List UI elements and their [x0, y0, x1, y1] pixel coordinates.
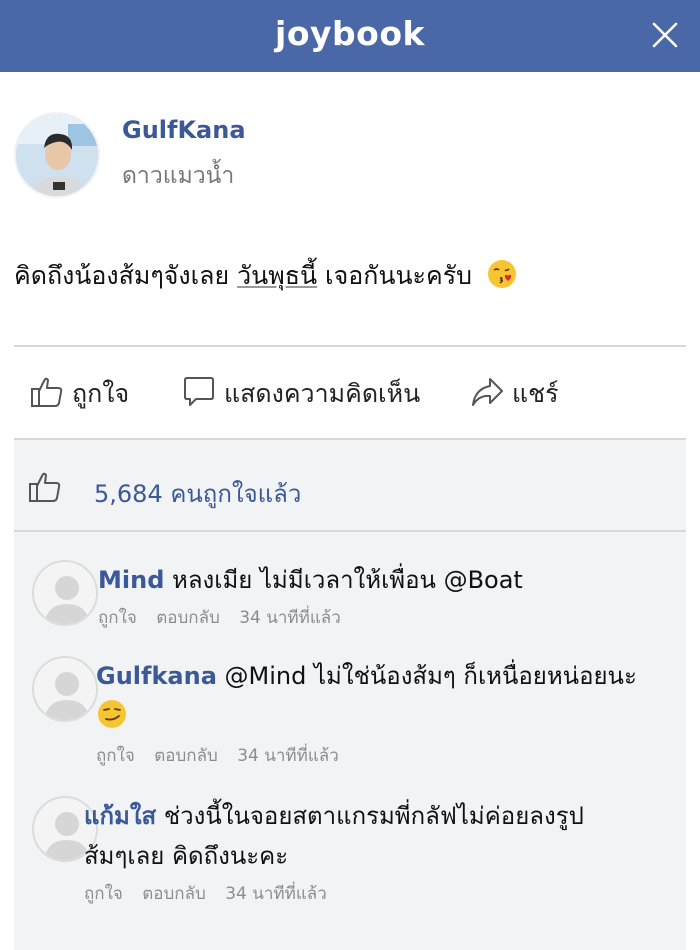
thumbs-up-icon	[28, 470, 62, 508]
comments-section: 5,684 คนถูกใจแล้ว Mind หลงเมีย ไม่มีเวลา…	[14, 440, 686, 950]
author-name[interactable]: GulfKana	[122, 116, 246, 144]
comment-button[interactable]: แสดงความคิดเห็น	[182, 374, 420, 414]
comment-body: แก้มใส ช่วงนี้ในจอยสตาแกรมพี่กลัฟไม่ค่อย…	[84, 796, 679, 876]
share-label: แชร์	[512, 379, 559, 408]
comment-like-link[interactable]: ถูกใจ	[98, 608, 137, 628]
likes-count[interactable]: 5,684 คนถูกใจแล้ว	[94, 474, 301, 513]
thumbs-up-icon	[30, 375, 64, 413]
like-button[interactable]: ถูกใจ	[30, 374, 129, 414]
comment-label: แสดงความคิดเห็น	[224, 379, 421, 408]
comment-reply-link[interactable]: ตอบกลับ	[154, 746, 218, 766]
comment-text: ช่วงนี้ในจอยสตาแกรมพี่กลัฟไม่ค่อยลงรูป	[163, 802, 584, 830]
speech-bubble-icon	[182, 375, 216, 413]
share-arrow-icon	[470, 375, 504, 413]
smirking-face-icon	[96, 698, 128, 742]
post-hashtag[interactable]: วันพุธนี้	[237, 261, 317, 290]
share-button[interactable]: แชร์	[470, 374, 559, 414]
comment-time: 34 นาทีที่แล้ว	[237, 746, 339, 766]
author-avatar[interactable]	[14, 112, 100, 198]
comment-item: Gulfkana @Mind ไม่ใช่น้องส้มๆ ก็เหนื่อยห…	[14, 650, 686, 780]
comment-like-link[interactable]: ถูกใจ	[96, 746, 135, 766]
comment-text: @Mind ไม่ใช่น้องส้มๆ ก็เหนื่อยหน่อยนะ	[224, 662, 637, 690]
comment-body: Mind หลงเมีย ไม่มีเวลาให้เพื่อน @Boat	[98, 560, 523, 600]
post-actions: ถูกใจ แสดงความคิดเห็น แชร์	[14, 348, 686, 440]
commenter-name[interactable]: Mind	[98, 566, 164, 594]
comment-meta: ถูกใจ ตอบกลับ 34 นาทีที่แล้ว	[84, 880, 341, 907]
comment-body: Gulfkana @Mind ไม่ใช่น้องส้มๆ ก็เหนื่อยห…	[96, 656, 676, 742]
commenter-avatar[interactable]	[32, 656, 98, 722]
comment-reply-link[interactable]: ตอบกลับ	[142, 884, 206, 904]
comment-text: หลงเมีย ไม่มีเวลาให้เพื่อน @Boat	[172, 566, 523, 594]
post-header: GulfKana ดาวแมวน้ำ	[14, 112, 684, 202]
commenter-name[interactable]: Gulfkana	[96, 662, 217, 690]
close-icon[interactable]	[650, 20, 680, 50]
post-text-start: คิดถึงน้องส้มๆจังเลย	[14, 261, 230, 290]
post-text: คิดถึงน้องส้มๆจังเลย วันพุธนี้ เจอกันนะค…	[14, 256, 686, 296]
comment-item: แก้มใส ช่วงนี้ในจอยสตาแกรมพี่กลัฟไม่ค่อย…	[14, 792, 686, 922]
comment-reply-link[interactable]: ตอบกลับ	[156, 608, 220, 628]
like-label: ถูกใจ	[72, 379, 130, 408]
kissing-face-icon	[486, 258, 518, 296]
top-bar: joybook	[0, 0, 700, 72]
comment-text-continued: ส้มๆเลย คิดถึงนะคะ	[84, 842, 289, 870]
post-text-end: เจอกันนะครับ	[325, 261, 473, 290]
divider	[14, 345, 686, 347]
comment-time: 34 นาทีที่แล้ว	[239, 608, 341, 628]
comment-meta: ถูกใจ ตอบกลับ 34 นาทีที่แล้ว	[96, 742, 353, 769]
comment-time: 34 นาทีที่แล้ว	[225, 884, 327, 904]
comment-like-link[interactable]: ถูกใจ	[84, 884, 123, 904]
comment-meta: ถูกใจ ตอบกลับ 34 นาทีที่แล้ว	[98, 604, 355, 631]
brand-logo: joybook	[275, 14, 425, 53]
comment-item: Mind หลงเมีย ไม่มีเวลาให้เพื่อน @Boat ถู…	[14, 554, 686, 644]
likes-row: 5,684 คนถูกใจแล้ว	[14, 440, 686, 532]
commenter-avatar[interactable]	[32, 560, 98, 626]
author-subtitle: ดาวแมวน้ำ	[122, 163, 235, 189]
commenter-name[interactable]: แก้มใส	[84, 802, 156, 830]
